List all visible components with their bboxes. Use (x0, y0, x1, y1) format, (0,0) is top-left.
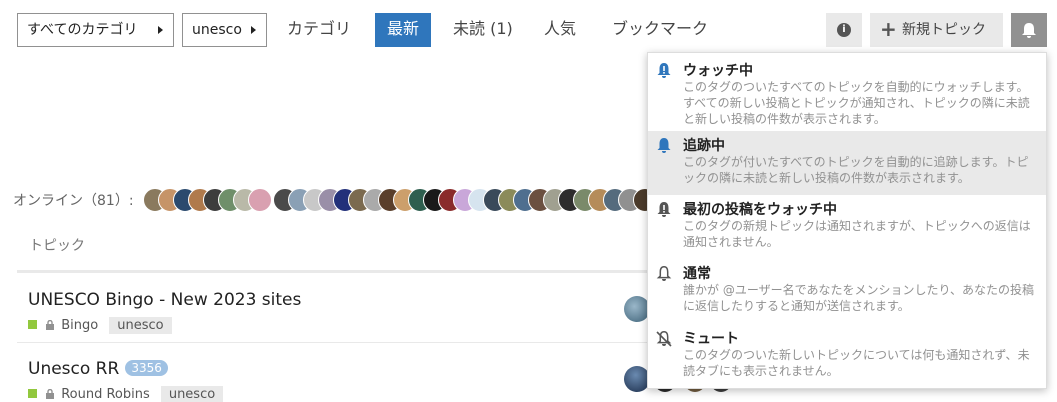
bell-exclamation-icon (657, 63, 671, 78)
online-label: オンライン（81）: (13, 193, 134, 209)
menu-item-regular[interactable]: 通常 誰かが @ユーザー名であなたをメンションしたり、あなたの投稿に返信したりす… (648, 259, 1046, 323)
notification-level-menu: ウォッチ中 このタグのついたすべてのトピックを自動的にウォッチします。すべての新… (647, 52, 1047, 389)
menu-item-watching-first-post[interactable]: 最初の投稿をウォッチ中 このタグの新規トピックは通知されますが、トピックへの返信… (648, 195, 1046, 259)
notification-level-button[interactable] (1011, 13, 1047, 47)
nav-link-latest[interactable]: 最新 (375, 13, 432, 47)
topic-title[interactable]: Unesco RR 3356 (28, 359, 168, 379)
menu-item-description: このタグのついたすべてのトピックを自動的にウォッチします。すべての新しい投稿とト… (683, 80, 1030, 126)
topic-title[interactable]: UNESCO Bingo - New 2023 sites (28, 290, 301, 310)
menu-item-description: 誰かが @ユーザー名であなたをメンションしたり、あなたの投稿に返信したりすると通… (683, 283, 1034, 313)
info-button[interactable]: i (826, 13, 862, 47)
tag-badge[interactable]: unesco (160, 386, 224, 402)
caret-right-icon (158, 26, 163, 34)
lock-icon (46, 320, 55, 330)
tag-dropdown[interactable]: unesco (182, 13, 267, 47)
category-dropdown[interactable]: すべてのカテゴリ (17, 13, 174, 47)
bell-exclamation-icon (657, 202, 671, 217)
category-name[interactable]: Round Robins (61, 387, 150, 402)
bell-slash-icon (656, 331, 672, 347)
bell-icon (1022, 23, 1036, 38)
new-topic-button[interactable]: + 新規トピック (870, 13, 1003, 47)
topic-column-header[interactable]: トピック (29, 235, 85, 255)
topic-row[interactable]: Unesco RR 3356 Round Robins unesco (28, 359, 648, 402)
menu-item-watching[interactable]: ウォッチ中 このタグのついたすべてのトピックを自動的にウォッチします。すべての新… (648, 56, 1046, 126)
topic-row[interactable]: UNESCO Bingo - New 2023 sites Bingo unes… (28, 290, 648, 340)
category-dropdown-label: すべてのカテゴリ (27, 22, 138, 38)
navigation-bar: すべてのカテゴリ unesco カテゴリ 最新 未読 (1) 人気 ブックマーク… (0, 0, 1057, 60)
menu-item-title: ウォッチ中 (683, 63, 753, 79)
new-topic-label: 新規トピック (902, 22, 986, 38)
nav-link-unread[interactable]: 未読 (1) (453, 13, 513, 47)
nav-link-categories[interactable]: カテゴリ (287, 13, 351, 47)
tag-badge[interactable]: unesco (109, 317, 172, 334)
topic-meta: Round Robins unesco (28, 383, 224, 402)
plus-icon: + (880, 17, 897, 41)
bell-outline-icon (656, 266, 672, 281)
menu-item-title: ミュート (683, 331, 739, 347)
nav-link-bookmarks[interactable]: ブックマーク (612, 13, 708, 47)
menu-item-muted[interactable]: ミュート このタグのついた新しいトピックについては何も通知されず、未読タブにも表… (648, 324, 1046, 388)
online-users-row: オンライン（81）: (13, 188, 653, 212)
bell-icon (657, 138, 671, 153)
avatar[interactable] (248, 188, 272, 212)
menu-item-title: 追跡中 (683, 138, 725, 154)
category-color-swatch (28, 320, 37, 329)
category-name[interactable]: Bingo (61, 318, 98, 333)
unread-count-badge[interactable]: 3356 (125, 360, 168, 376)
topic-meta: Bingo unesco (28, 314, 172, 334)
list-header-divider (17, 270, 657, 273)
lock-icon (46, 389, 55, 399)
menu-item-tracking[interactable]: 追跡中 このタグが付いたすべてのトピックを自動的に追跡します。トピックの隣に未読… (648, 131, 1046, 195)
menu-item-description: このタグが付いたすべてのトピックを自動的に追跡します。トピックの隣に未読と新しい… (683, 155, 1029, 185)
info-icon: i (837, 23, 851, 37)
tag-dropdown-label: unesco (192, 22, 242, 38)
online-avatars (143, 188, 653, 212)
menu-item-description: このタグのついた新しいトピックについては何も通知されず、未読タブにも表示されませ… (683, 348, 1030, 378)
menu-item-description: このタグの新規トピックは通知されますが、トピックへの返信は通知されません。 (683, 219, 1031, 249)
menu-item-title: 通常 (683, 266, 711, 282)
nav-link-top[interactable]: 人気 (544, 13, 576, 47)
caret-right-icon (251, 26, 256, 34)
category-color-swatch (28, 389, 37, 398)
topic-divider (17, 342, 657, 343)
menu-item-title: 最初の投稿をウォッチ中 (683, 202, 837, 218)
